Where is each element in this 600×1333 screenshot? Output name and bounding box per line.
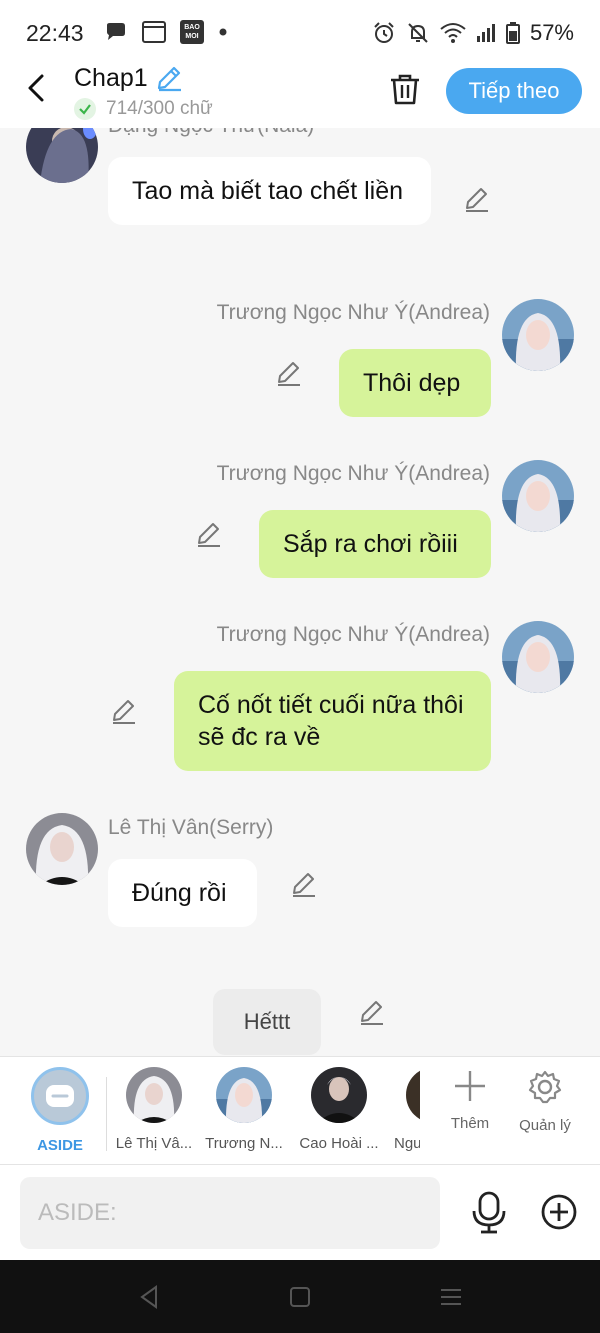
character-item[interactable]: Cao Hoài ... <box>294 1067 384 1152</box>
input-bar <box>0 1164 600 1260</box>
window-icon <box>142 21 166 43</box>
avatar <box>216 1067 272 1123</box>
sender-name: Trương Ngọc Như Ý(Andrea) <box>216 462 490 485</box>
character-item[interactable]: Lê Thị Vâ... <box>109 1067 199 1152</box>
avatar[interactable] <box>502 621 574 693</box>
edit-message-pencil-icon[interactable] <box>110 697 138 725</box>
character-aside[interactable]: ASIDE <box>15 1067 105 1154</box>
avatar <box>311 1067 367 1123</box>
manage-characters-button[interactable]: Quản lý <box>505 1069 585 1134</box>
character-item[interactable]: Trương N... <box>199 1067 289 1152</box>
nav-menu-icon[interactable] <box>438 1284 464 1310</box>
check-icon <box>74 98 96 120</box>
avatar[interactable] <box>502 460 574 532</box>
nav-home-icon[interactable] <box>287 1284 313 1310</box>
baomoi-icon: BAO MOI <box>180 20 204 44</box>
status-right-icons: 57% <box>372 20 574 46</box>
message-input[interactable] <box>20 1177 440 1249</box>
edit-message-pencil-icon[interactable] <box>290 870 318 898</box>
mute-bell-icon <box>408 23 428 43</box>
chat-area: Đặng Ngọc Thư(Nala) Tao mà biết tao chết… <box>0 128 600 1056</box>
edit-message-pencil-icon[interactable] <box>358 998 386 1026</box>
avatar <box>126 1067 182 1123</box>
chat-bubble-icon <box>107 23 125 40</box>
aside-message[interactable]: Hếttt <box>213 989 321 1055</box>
character-label: ASIDE <box>37 1137 83 1154</box>
sender-name: Lê Thị Vân(Serry) <box>108 816 274 839</box>
message-bubble[interactable]: Đúng rồi <box>108 859 257 927</box>
character-label: Lê Thị Vâ... <box>115 1135 193 1152</box>
signal-icon <box>476 24 495 42</box>
avatar[interactable] <box>502 299 574 371</box>
message-bubble[interactable]: Sắp ra chơi rồiii <box>259 510 491 578</box>
avatar[interactable] <box>26 128 98 183</box>
plus-icon <box>455 1071 485 1101</box>
system-nav-bar <box>0 1260 600 1333</box>
message-bubble[interactable]: Thôi dẹp <box>339 349 491 417</box>
character-bar: ASIDE Lê Thị Vâ... Trương N... Cao Hoài … <box>0 1056 600 1164</box>
nav-back-icon[interactable] <box>136 1284 162 1310</box>
chapter-title: Chap1 <box>74 64 148 92</box>
aside-icon <box>31 1067 89 1125</box>
edit-title-pencil-icon[interactable] <box>155 64 183 92</box>
battery-percent: 57% <box>529 20 574 45</box>
avatar <box>406 1067 420 1123</box>
add-label: Thêm <box>450 1115 490 1132</box>
wifi-icon <box>440 23 466 43</box>
character-item[interactable]: Ngu <box>378 1067 420 1152</box>
character-label: Cao Hoài ... <box>299 1135 379 1152</box>
message-bubble[interactable]: Tao mà biết tao chết liền <box>108 157 431 225</box>
sender-name: Trương Ngọc Như Ý(Andrea) <box>216 301 490 324</box>
divider <box>106 1077 107 1151</box>
sender-name: Trương Ngọc Như Ý(Andrea) <box>216 623 490 646</box>
back-icon[interactable] <box>22 72 54 104</box>
character-label: Trương N... <box>205 1135 283 1152</box>
next-button[interactable]: Tiếp theo <box>446 68 582 114</box>
word-count-text: 714/300 chữ <box>106 98 213 119</box>
dot-icon <box>219 28 227 36</box>
alarm-icon <box>374 22 394 43</box>
status-left-icons: BAO MOI <box>104 20 228 44</box>
add-character-button[interactable]: Thêm <box>430 1069 510 1132</box>
word-count: 714/300 chữ <box>74 98 213 120</box>
status-time: 22:43 <box>26 20 84 46</box>
trash-icon[interactable] <box>388 72 422 106</box>
sender-name: Đặng Ngọc Thư(Nala) <box>108 128 314 138</box>
status-bar: 22:43 BAO MOI 57% <box>0 0 600 68</box>
edit-message-pencil-icon[interactable] <box>275 359 303 387</box>
microphone-icon[interactable] <box>470 1191 508 1235</box>
battery-icon <box>505 22 520 44</box>
character-label: Ngu <box>394 1135 420 1152</box>
edit-message-pencil-icon[interactable] <box>195 520 223 548</box>
message-bubble[interactable]: Cố nốt tiết cuối nữa thôi sẽ đc ra về <box>174 671 491 771</box>
manage-label: Quản lý <box>519 1117 571 1134</box>
edit-message-pencil-icon[interactable] <box>463 185 491 213</box>
avatar[interactable] <box>26 813 98 885</box>
top-bar: Chap1 714/300 chữ Tiếp theo <box>0 60 600 128</box>
add-circle-icon[interactable] <box>540 1193 578 1231</box>
gear-icon <box>528 1070 562 1104</box>
